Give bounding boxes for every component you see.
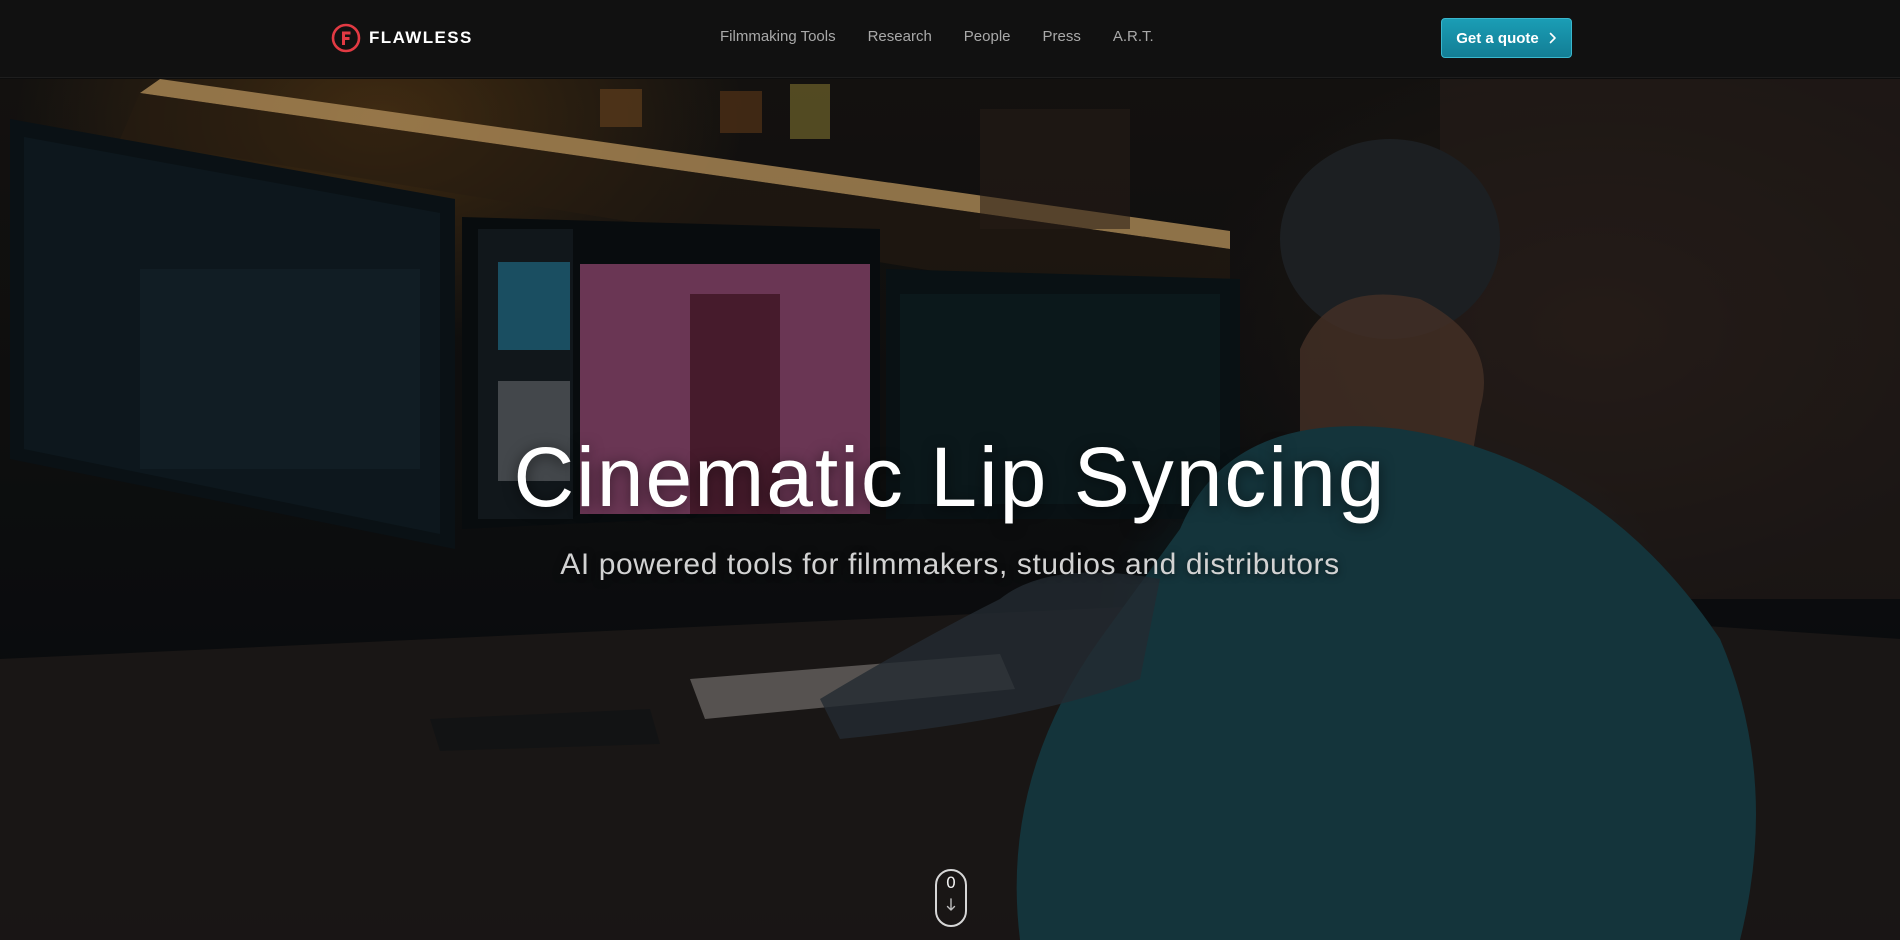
flawless-f-logo-icon	[331, 23, 361, 53]
hero-subtitle: AI powered tools for filmmakers, studios…	[560, 548, 1340, 581]
nav-link-press[interactable]: Press	[1043, 28, 1081, 45]
arrow-down-icon	[946, 898, 956, 911]
chevron-right-icon	[1549, 32, 1556, 44]
top-navigation-bar: FLAWLESS Filmmaking Tools Research Peopl…	[0, 0, 1900, 78]
nav-link-research[interactable]: Research	[868, 28, 932, 45]
hero-section: Cinematic Lip Syncing AI powered tools f…	[0, 79, 1900, 940]
primary-nav: Filmmaking Tools Research People Press A…	[720, 28, 1154, 45]
brand-name: FLAWLESS	[369, 28, 473, 47]
brand-logo-link[interactable]: FLAWLESS	[331, 23, 473, 53]
nav-link-filmmaking-tools[interactable]: Filmmaking Tools	[720, 28, 836, 45]
scroll-count: 0	[945, 873, 957, 892]
get-a-quote-button[interactable]: Get a quote	[1441, 18, 1572, 58]
nav-link-people[interactable]: People	[964, 28, 1011, 45]
nav-link-art[interactable]: A.R.T.	[1113, 28, 1154, 45]
hero-title: Cinematic Lip Syncing	[513, 430, 1387, 524]
get-a-quote-label: Get a quote	[1456, 29, 1539, 47]
scroll-down-indicator[interactable]: 0	[935, 869, 967, 927]
